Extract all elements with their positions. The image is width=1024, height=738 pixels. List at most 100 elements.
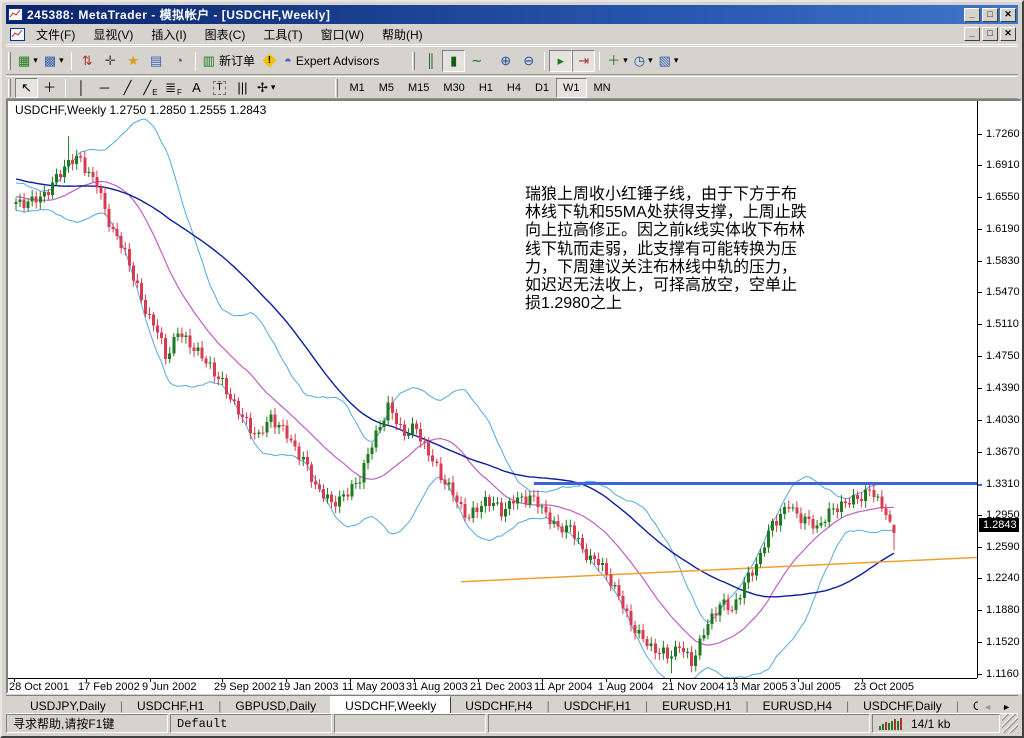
candle-body <box>306 457 309 465</box>
dropdown-arrow-icon: ▾ <box>648 55 653 66</box>
mdi-maximize-button[interactable]: □ <box>982 27 998 41</box>
candle-body <box>55 174 58 183</box>
terminal-button[interactable]: ▤ <box>145 50 168 72</box>
chart-profiles-button[interactable]: ▩▾ <box>41 50 67 72</box>
support-trendline[interactable] <box>461 557 978 581</box>
candle-body <box>646 639 649 646</box>
timeframe-h1-button[interactable]: H1 <box>472 78 500 98</box>
cursor-button[interactable]: ↖ <box>15 78 38 98</box>
text-label-button[interactable]: T <box>208 78 231 98</box>
price-tick-mark <box>978 642 982 643</box>
expert-advisors-button[interactable]: ◓Expert Advisors <box>281 50 382 72</box>
bar-chart-button[interactable]: ║ <box>419 50 442 72</box>
candle-body <box>613 585 616 586</box>
fibonacci-retracement-button[interactable]: ≣F <box>162 78 185 98</box>
candle-body <box>751 573 754 576</box>
price-tick-mark <box>978 388 982 389</box>
timeframe-m15-button[interactable]: M15 <box>401 78 436 98</box>
templates-button[interactable]: ▧▾ <box>656 50 682 72</box>
zoom-in-button[interactable]: ⊕ <box>494 50 517 72</box>
mdi-close-button[interactable]: ✕ <box>1000 27 1016 41</box>
menu-tools[interactable]: 工具(T) <box>254 24 311 45</box>
candle-body <box>856 495 859 499</box>
candlestick-chart[interactable] <box>12 115 978 681</box>
trendline-button[interactable]: ╱ <box>116 78 139 98</box>
timeframe-m30-button[interactable]: M30 <box>436 78 471 98</box>
arrows-button[interactable]: ✢▾ <box>254 78 278 98</box>
auto-scroll-icon: ▸ <box>557 54 564 68</box>
toolbar-separator <box>544 52 545 70</box>
tab-scroll-right-button[interactable]: ► <box>997 700 1016 714</box>
connection-traffic-label: 14/1 kb <box>911 717 950 731</box>
auto-scroll-button[interactable]: ▸ <box>549 50 572 72</box>
chart-shift-button[interactable]: ⇥ <box>572 50 595 72</box>
strategy-tester-button[interactable]: ◔ <box>168 50 191 72</box>
cycle-lines-button[interactable]: ||| <box>231 78 254 98</box>
timeframe-mn-button[interactable]: MN <box>587 78 618 98</box>
toolbar-grip[interactable] <box>335 79 338 97</box>
candle-body <box>743 583 746 599</box>
candle-body <box>221 378 224 379</box>
navigator-button[interactable]: ★ <box>122 50 145 72</box>
minimize-button[interactable]: _ <box>964 8 980 22</box>
timeframe-w1-button[interactable]: W1 <box>556 78 587 98</box>
mdi-minimize-button[interactable]: _ <box>964 27 980 41</box>
tab-scroll-left-button[interactable]: ◄ <box>978 700 997 714</box>
new-order-button[interactable]: ▥新订单 <box>200 50 258 72</box>
price-tick-mark <box>978 484 982 486</box>
timeframe-m5-button[interactable]: M5 <box>372 78 401 98</box>
horizontal-line-button[interactable]: ─ <box>93 78 116 98</box>
menu-window[interactable]: 窗口(W) <box>312 24 373 45</box>
price-axis[interactable]: 1.72601.69101.65501.61901.58301.54701.51… <box>977 101 1020 678</box>
candle-body <box>257 432 260 434</box>
equidistant-channel-button[interactable]: ╱E <box>139 78 162 98</box>
chart-window[interactable]: USDCHF,Weekly 1.2750 1.2850 1.2555 1.284… <box>6 99 1022 694</box>
market-watch-button[interactable]: ⇅ <box>76 50 99 72</box>
menu-charts[interactable]: 图表(C) <box>196 24 255 45</box>
candle-body <box>318 484 321 489</box>
close-button[interactable]: ✕ <box>1000 8 1016 22</box>
alerts-button[interactable]: ! <box>258 50 281 72</box>
crosshair-button[interactable]: ＋ <box>38 78 61 98</box>
candle-body <box>278 425 281 427</box>
toolbar-grip[interactable] <box>8 52 11 70</box>
vertical-line-button[interactable]: │ <box>70 78 93 98</box>
resize-grip[interactable] <box>1002 714 1018 733</box>
menu-insert[interactable]: 插入(I) <box>142 24 195 45</box>
price-tick-label: 1.4030 <box>986 414 1020 426</box>
candle-body <box>100 187 103 193</box>
periods-button[interactable]: ◷▾ <box>631 50 656 72</box>
menu-help[interactable]: 帮助(H) <box>373 24 432 45</box>
timeframe-m1-button[interactable]: M1 <box>342 78 371 98</box>
candle-body <box>456 495 459 502</box>
maximize-button[interactable]: □ <box>982 8 998 22</box>
timeframe-h4-button[interactable]: H4 <box>500 78 528 98</box>
toolbar-grip[interactable] <box>8 79 11 97</box>
text-button[interactable]: A <box>185 78 208 98</box>
date-tick-label: 21 Nov 2004 <box>662 681 724 693</box>
candle-body <box>379 427 382 430</box>
candle-body <box>682 648 685 652</box>
new-chart-button[interactable]: ▦▾ <box>15 50 41 72</box>
candle-body <box>447 482 450 484</box>
toolbar-grip[interactable] <box>412 52 415 70</box>
candle-body <box>638 630 641 634</box>
menu-file[interactable]: 文件(F) <box>27 24 84 45</box>
candle-body <box>884 509 887 515</box>
candle-body <box>678 646 681 648</box>
menu-view[interactable]: 显视(V) <box>84 24 142 45</box>
zoom-out-button[interactable]: ⊖ <box>517 50 540 72</box>
candle-body <box>820 523 823 526</box>
status-profile[interactable]: Default <box>170 714 332 733</box>
date-tick-label: 28 Oct 2001 <box>9 681 69 693</box>
line-chart-button[interactable]: ∼ <box>465 50 488 72</box>
date-tick-label: 1 Aug 2004 <box>598 681 654 693</box>
window-titlebar[interactable]: 245388: MetaTrader - 模拟帐户 - [USDCHF,Week… <box>6 5 1018 24</box>
data-window-button[interactable]: ✛ <box>99 50 122 72</box>
candle-body <box>468 517 471 518</box>
date-axis[interactable]: 28 Oct 200117 Feb 20029 Jun 200229 Sep 2… <box>8 678 977 692</box>
timeframe-d1-button[interactable]: D1 <box>528 78 556 98</box>
candlestick-chart-button[interactable]: ▮ <box>442 50 465 72</box>
candle-body <box>500 503 503 517</box>
indicators-list-button[interactable]: ＋▾ <box>604 50 631 72</box>
